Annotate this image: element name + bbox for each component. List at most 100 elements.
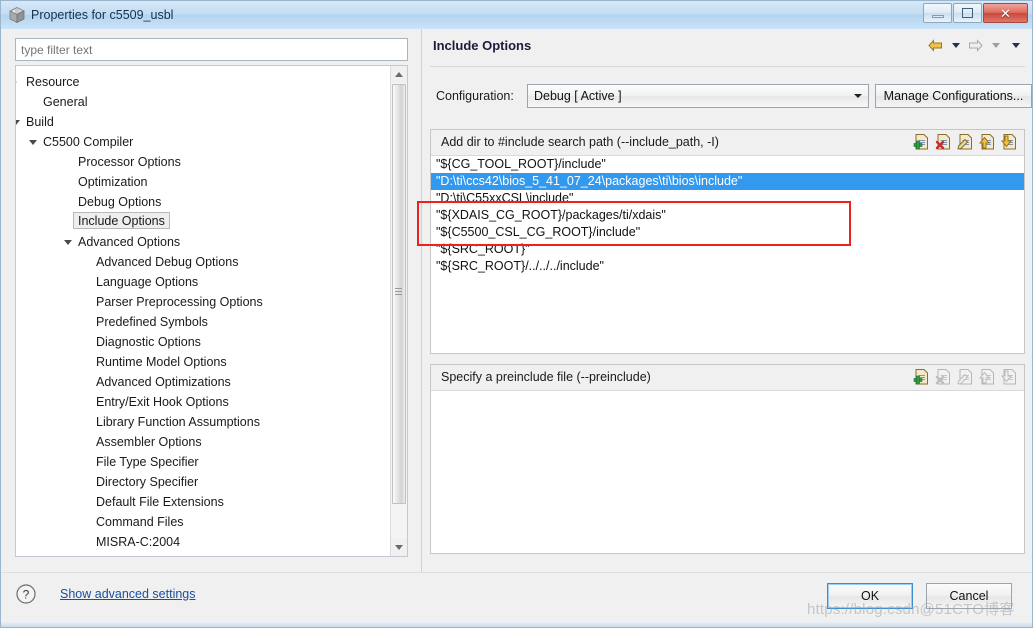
tree-item-label: Advanced Optimizations: [96, 375, 231, 389]
include-path-header: Add dir to #include search path (--inclu…: [431, 130, 1024, 156]
forward-dropdown-icon[interactable]: [987, 37, 1004, 53]
watermark: https://blog.csdn@51CTO博客: [807, 601, 1015, 618]
move-down-icon: [1000, 368, 1018, 387]
settings-tree[interactable]: Resource General Build C5500 Compiler Proces…: [15, 65, 408, 557]
tree-item-label: General: [43, 95, 88, 109]
tree-item-resource[interactable]: Resource: [16, 72, 80, 92]
tree-item-label: Directory Specifier: [96, 475, 199, 489]
tree-item-label: Runtime Model Options: [96, 355, 227, 369]
move-down-icon[interactable]: [1000, 133, 1018, 152]
window-bottom-edge: [1, 622, 1032, 627]
tree-item-predefined-symbols[interactable]: Predefined Symbols: [96, 312, 208, 332]
include-path-heading: Add dir to #include search path (--inclu…: [441, 135, 719, 149]
tree-item-label: Entry/Exit Hook Options: [96, 395, 229, 409]
include-path-list[interactable]: "${CG_TOOL_ROOT}/include" "D:\ti\ccs42\bi…: [431, 156, 1024, 353]
list-item[interactable]: "${XDAIS_CG_ROOT}/packages/ti/xdais": [431, 207, 1024, 224]
delete-icon[interactable]: [935, 133, 952, 152]
properties-dialog: Properties for c5509_usbl ✕ Resource Gene…: [0, 0, 1033, 628]
preinclude-heading: Specify a preinclude file (--preinclude): [441, 370, 651, 384]
tree-item-label: Processor Options: [78, 155, 181, 169]
tree-item-c5500-archiver[interactable]: C5500 Archiver: [43, 552, 128, 556]
preinclude-group: Specify a preinclude file (--preinclude): [430, 364, 1025, 554]
twisty-collapsed-icon[interactable]: [29, 552, 39, 556]
tree-item-runtime-model-options[interactable]: Runtime Model Options: [96, 352, 227, 372]
list-item[interactable]: "D:\ti\ccs42\bios_5_41_07_24\packages\ti…: [431, 173, 1024, 190]
close-button[interactable]: ✕: [983, 3, 1028, 23]
tree-item-general[interactable]: General: [43, 92, 87, 112]
preinclude-list[interactable]: [431, 391, 1024, 553]
edit-icon: [957, 368, 974, 387]
restore-button[interactable]: [953, 3, 982, 23]
help-icon[interactable]: ?: [15, 583, 37, 605]
list-item[interactable]: "${SRC_ROOT}": [431, 241, 1024, 258]
tree-item-build[interactable]: Build: [16, 112, 54, 132]
manage-configurations-label: Manage Configurations...: [883, 89, 1024, 103]
tree-item-label: Default File Extensions: [96, 495, 224, 509]
include-path-group: Add dir to #include search path (--inclu…: [430, 129, 1025, 354]
tree-item-advanced-debug-options[interactable]: Advanced Debug Options: [96, 252, 238, 272]
list-item[interactable]: "D:\ti\C55xxCSL\include": [431, 190, 1024, 207]
twisty-expanded-icon[interactable]: [16, 112, 22, 132]
scroll-down-icon[interactable]: [391, 539, 407, 556]
tree-item-label: Assembler Options: [96, 435, 202, 449]
cube-icon: [8, 6, 26, 24]
list-item[interactable]: "${C5500_CSL_CG_ROOT}/include": [431, 224, 1024, 241]
tree-item-default-file-extensions[interactable]: Default File Extensions: [96, 492, 224, 512]
tree-item-label: Advanced Options: [78, 235, 181, 249]
back-dropdown-icon[interactable]: [947, 37, 964, 53]
tree-item-label: Include Options: [73, 212, 170, 229]
add-icon[interactable]: [913, 133, 930, 152]
minimize-button[interactable]: [923, 3, 952, 23]
tree-item-advanced-options[interactable]: Advanced Options: [64, 232, 181, 252]
tree-item-file-type-specifier[interactable]: File Type Specifier: [96, 452, 199, 472]
title-bar: Properties for c5509_usbl ✕: [1, 1, 1032, 30]
scroll-up-icon[interactable]: [391, 66, 407, 83]
tree-item-label: C5500 Compiler: [43, 135, 134, 149]
tree-items: Resource General Build C5500 Compiler Proces…: [16, 66, 390, 556]
tree-item-language-options[interactable]: Language Options: [96, 272, 198, 292]
tree-item-assembler-options[interactable]: Assembler Options: [96, 432, 202, 452]
view-menu-icon[interactable]: [1007, 37, 1024, 53]
tree-item-entry-exit-hook-options[interactable]: Entry/Exit Hook Options: [96, 392, 229, 412]
twisty-expanded-icon[interactable]: [64, 232, 74, 252]
delete-icon: [935, 368, 952, 387]
configuration-select[interactable]: Debug [ Active ]: [527, 84, 869, 108]
tree-item-label: Advanced Debug Options: [96, 255, 239, 269]
preinclude-toolbar: [913, 368, 1018, 387]
tree-item-label: C5500 Archiver: [43, 552, 128, 556]
tree-item-advanced-optimizations[interactable]: Advanced Optimizations: [96, 372, 231, 392]
edit-icon[interactable]: [957, 133, 974, 152]
tree-item-label: MISRA-C:2004: [96, 535, 181, 549]
tree-item-parser-preprocessing-options[interactable]: Parser Preprocessing Options: [96, 292, 263, 312]
filter-input[interactable]: [15, 38, 408, 61]
tree-item-label: Resource: [26, 75, 80, 89]
tree-item-debug-options[interactable]: Debug Options: [78, 192, 161, 212]
move-up-icon: [978, 368, 996, 387]
configuration-row: Configuration: Debug [ Active ] Manage C…: [422, 77, 1032, 121]
list-item[interactable]: "${CG_TOOL_ROOT}/include": [431, 156, 1024, 173]
twisty-expanded-icon[interactable]: [29, 132, 39, 152]
move-up-icon[interactable]: [978, 133, 996, 152]
tree-item-command-files[interactable]: Command Files: [96, 512, 184, 532]
tree-scrollbar[interactable]: [390, 66, 407, 556]
tree-item-label: Diagnostic Options: [96, 335, 201, 349]
twisty-collapsed-icon[interactable]: [16, 72, 22, 92]
tree-item-processor-options[interactable]: Processor Options: [78, 152, 181, 172]
dialog-body: Resource General Build C5500 Compiler Proces…: [1, 29, 1032, 572]
show-advanced-settings-link[interactable]: Show advanced settings: [60, 587, 196, 601]
tree-item-include-options[interactable]: Include Options: [73, 212, 170, 232]
forward-arrow-icon[interactable]: [967, 37, 984, 53]
pane-navigation: [927, 37, 1024, 53]
tree-item-directory-specifier[interactable]: Directory Specifier: [96, 472, 198, 492]
pane-header: Include Options: [422, 29, 1032, 65]
tree-item-diagnostic-options[interactable]: Diagnostic Options: [96, 332, 201, 352]
back-arrow-icon[interactable]: [927, 37, 944, 53]
tree-item-library-function-assumptions[interactable]: Library Function Assumptions: [96, 412, 260, 432]
tree-item-c5500-compiler[interactable]: C5500 Compiler: [29, 132, 134, 152]
add-icon[interactable]: [913, 368, 930, 387]
manage-configurations-button[interactable]: Manage Configurations...: [875, 84, 1032, 108]
list-item[interactable]: "${SRC_ROOT}/../../../include": [431, 258, 1024, 275]
header-divider: [430, 66, 1025, 67]
tree-item-optimization[interactable]: Optimization: [78, 172, 147, 192]
tree-item-misra-c-2004[interactable]: MISRA-C:2004: [96, 532, 180, 552]
